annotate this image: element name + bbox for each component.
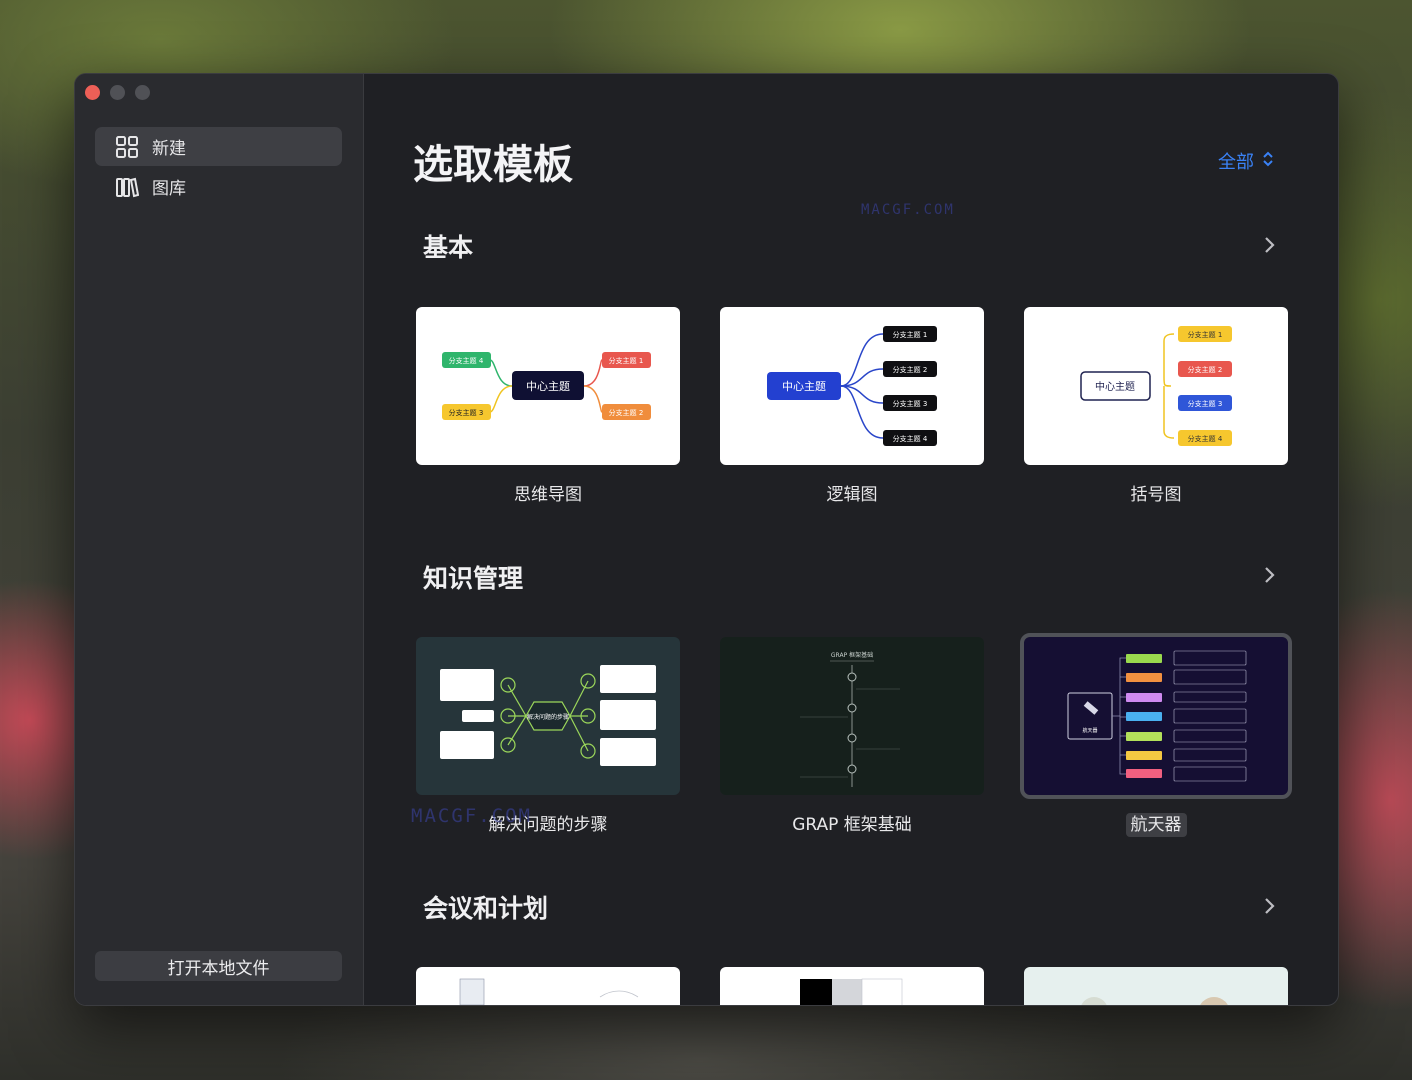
svg-text:分支主题 3: 分支主题 3 [1188,399,1223,408]
template-name: 括号图 [1130,485,1182,505]
template-card-problem-solving[interactable]: 解决问题的步骤 [416,637,680,795]
svg-text:中心主题: 中心主题 [1095,380,1135,393]
svg-text:分支主题 4: 分支主题 4 [1188,434,1223,443]
svg-text:中心主题: 中心主题 [782,380,826,393]
svg-text:分支主题 3: 分支主题 3 [893,399,928,408]
center-topic: 中心主题 [526,380,570,393]
section-title-knowledge: 知识管理 [423,564,524,593]
zoom-button[interactable] [135,85,150,100]
svg-text:分支主题 1: 分支主题 1 [609,356,644,365]
grid-icon [115,135,139,159]
svg-text:分支主题 4: 分支主题 4 [893,434,928,443]
svg-text:分支主题 2: 分支主题 2 [893,365,928,374]
up-down-chevron-icon [1262,150,1274,173]
template-name: 逻辑图 [826,485,878,505]
sidebar-item-new[interactable]: 新建 [95,127,342,166]
sidebar-item-library[interactable]: 图库 [95,167,342,206]
open-local-file-button[interactable]: 打开本地文件 [95,951,342,981]
svg-text:分支主题 2: 分支主题 2 [609,408,644,417]
page-title: 选取模板 [413,142,573,188]
watermark: MACGF.COM [411,805,532,827]
template-card-spacecraft[interactable]: 航天器 [1020,633,1292,799]
template-card-brace-map[interactable]: 中心主题 分支主题 1 分支主题 2 分支主题 3 分支主题 4 [1024,307,1288,465]
sidebar: 新建 图库 打开本地文件 [75,74,364,1005]
watermark: MACGF.COM [861,202,955,218]
close-button[interactable] [85,85,100,100]
template-card-meeting-3[interactable] [1024,967,1288,1005]
svg-text:GRAP 框架基础: GRAP 框架基础 [831,651,873,659]
section-title-meetings: 会议和计划 [423,894,549,923]
template-name: 航天器 [1024,810,1288,837]
template-card-grap-framework[interactable]: GRAP 框架基础 [720,637,984,795]
template-picker-window: 新建 图库 打开本地文件 选取模板 全部 MACGF.COM 基本 中心主题 分… [74,73,1339,1006]
svg-text:分支主题 2: 分支主题 2 [1188,365,1223,374]
template-card-logic-chart[interactable]: 中心主题 分支主题 1 分支主题 2 分支主题 3 分支主题 4 [720,307,984,465]
template-name: 思维导图 [514,485,582,505]
svg-text:航天器: 航天器 [1082,727,1097,734]
chevron-right-icon[interactable] [1262,236,1276,254]
sidebar-item-label: 图库 [152,179,186,199]
chevron-right-icon[interactable] [1262,897,1276,915]
template-card-meeting-2[interactable] [720,967,984,1005]
minimize-button[interactable] [110,85,125,100]
svg-text:分支主题 4: 分支主题 4 [449,356,484,365]
filter-dropdown[interactable]: 全部 [1218,148,1274,174]
selected-template-label: 航天器 [1125,813,1187,837]
svg-text:分支主题 1: 分支主题 1 [893,330,928,339]
window-controls [85,85,150,100]
svg-text:分支主题 1: 分支主题 1 [1188,330,1223,339]
main-content: 选取模板 全部 MACGF.COM 基本 中心主题 分支主题 4 分支主题 3 … [365,74,1338,1005]
template-card-mindmap[interactable]: 中心主题 分支主题 4 分支主题 3 分支主题 1 分支主题 2 [416,307,680,465]
svg-text:解决问题的步骤: 解决问题的步骤 [527,713,569,721]
section-title-basic: 基本 [423,233,474,262]
template-name: GRAP 框架基础 [792,815,912,835]
library-icon [115,175,139,199]
svg-text:分支主题 3: 分支主题 3 [449,408,484,417]
chevron-right-icon[interactable] [1262,566,1276,584]
sidebar-item-label: 新建 [152,139,186,159]
template-card-meeting-1[interactable] [416,967,680,1005]
filter-label: 全部 [1218,152,1254,173]
